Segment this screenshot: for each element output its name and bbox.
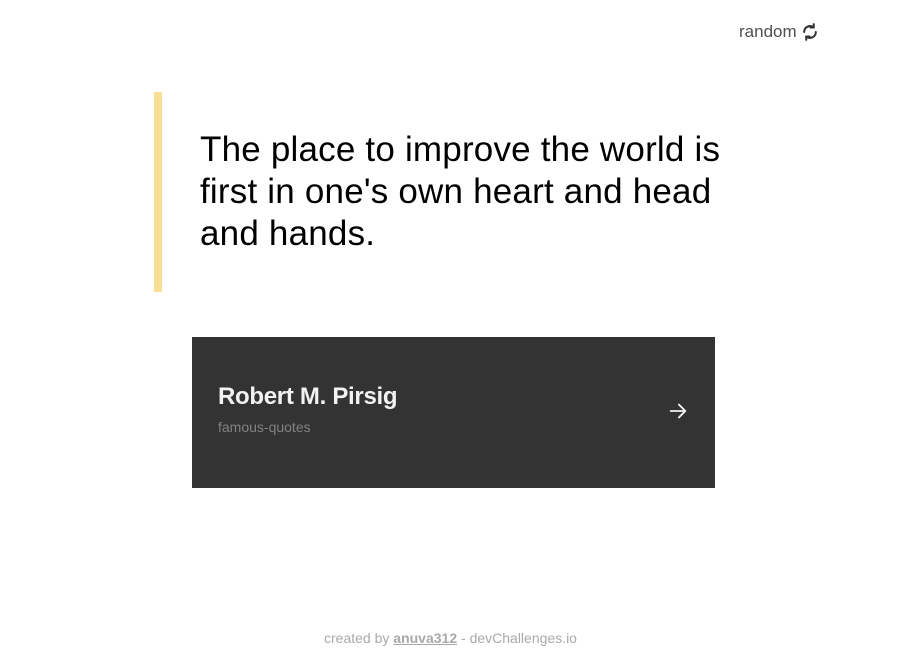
random-button[interactable]: random <box>739 22 820 42</box>
footer-separator: - <box>461 630 466 646</box>
refresh-icon <box>800 22 820 42</box>
author-link[interactable]: anuva312 <box>393 630 457 646</box>
arrow-right-icon <box>667 400 689 422</box>
quote-text: The place to improve the world is first … <box>200 130 721 253</box>
quote-accent-bar <box>154 92 162 292</box>
quote-genre: famous-quotes <box>218 419 311 435</box>
footer: created by anuva312 - devChallenges.io <box>0 630 901 646</box>
footer-prefix: created by <box>324 630 390 646</box>
author-name: Robert M. Pirsig <box>218 383 398 410</box>
footer-site: devChallenges.io <box>469 630 577 646</box>
random-label: random <box>739 22 797 41</box>
author-card[interactable]: Robert M. Pirsig famous-quotes <box>192 337 715 488</box>
